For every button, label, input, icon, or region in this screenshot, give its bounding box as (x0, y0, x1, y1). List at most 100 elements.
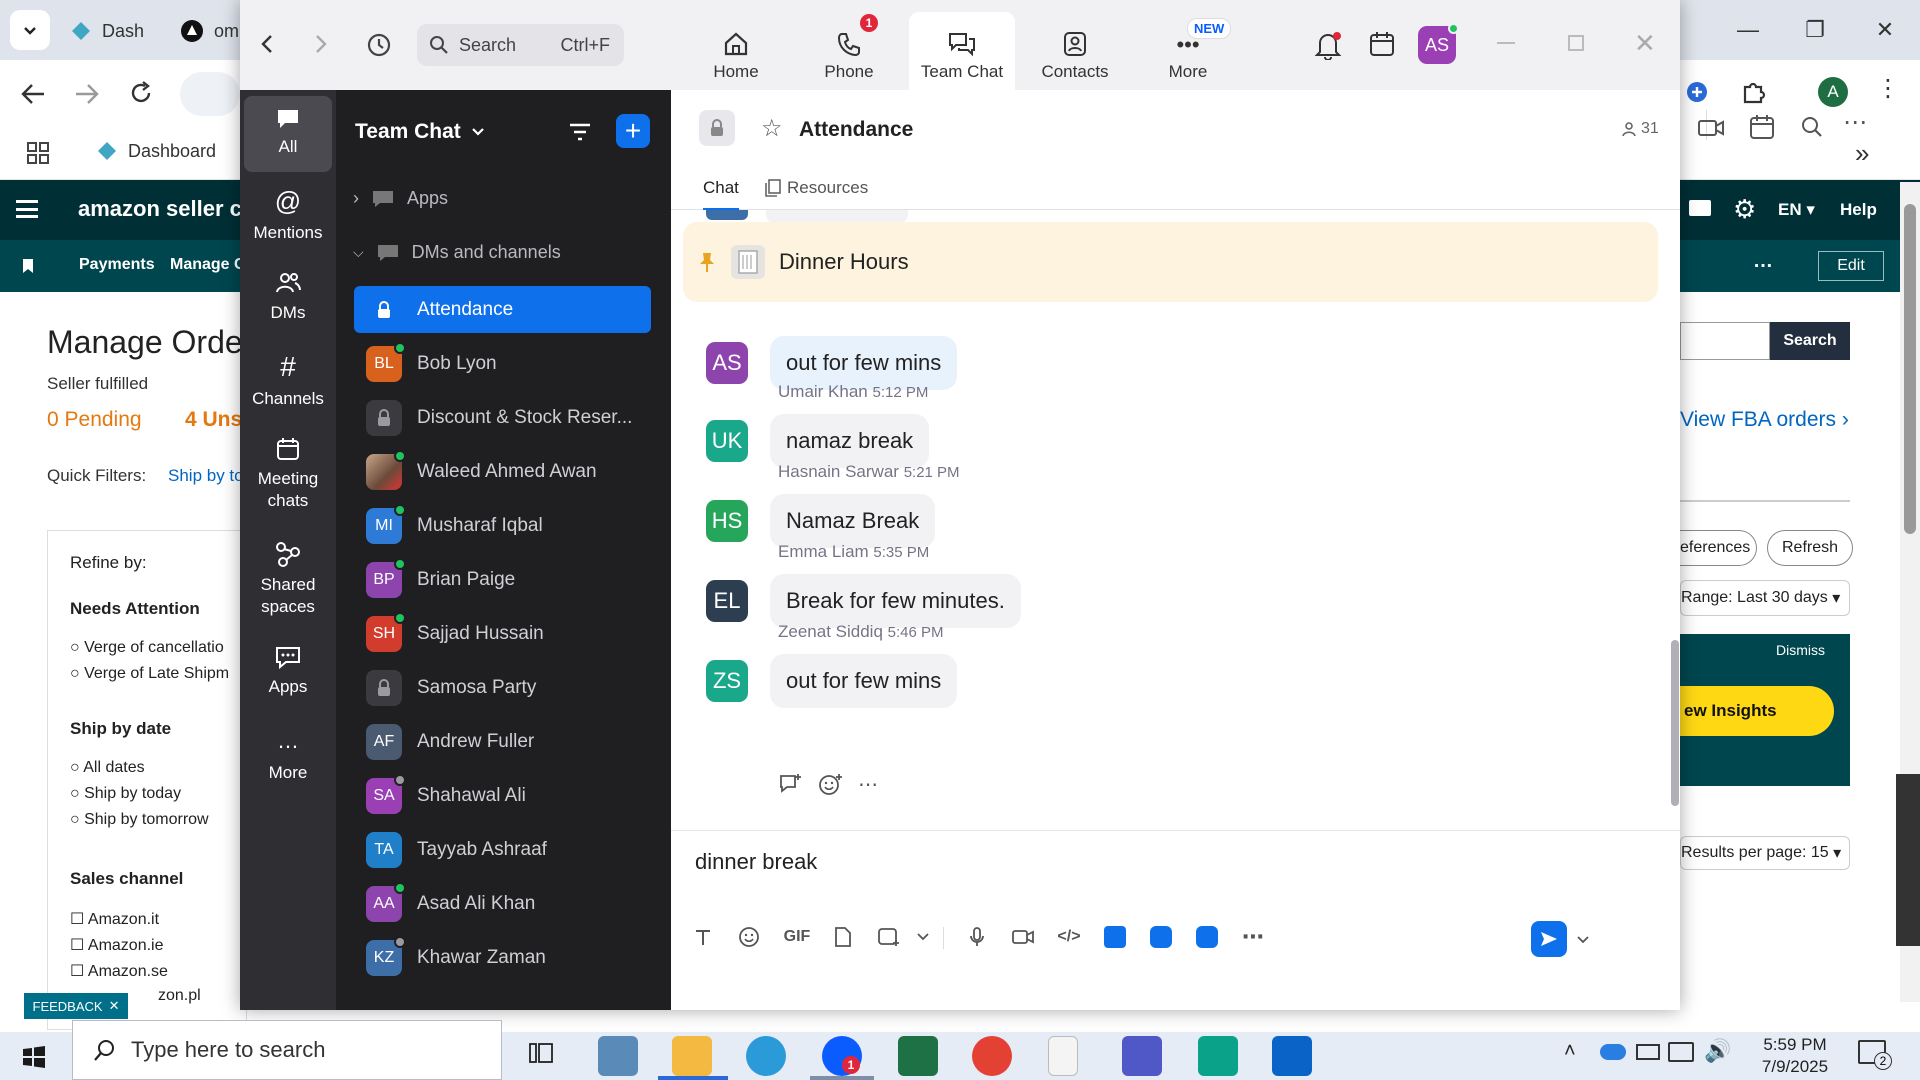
gif-button[interactable]: GIF (779, 919, 815, 955)
settings-gear-icon[interactable]: ⚙ (1733, 194, 1756, 225)
message-avatar[interactable]: ZS (706, 660, 748, 702)
app-button-whiteboard[interactable] (1143, 919, 1179, 955)
message-sender[interactable]: Umair Khan 5:12 PM (778, 382, 928, 402)
reload-icon[interactable] (128, 80, 154, 106)
notification-center-icon[interactable]: 2 (1858, 1040, 1892, 1070)
app-button-clips[interactable] (1189, 919, 1225, 955)
onedrive-icon[interactable] (1600, 1044, 1626, 1060)
dismiss-link[interactable]: Dismiss (1776, 642, 1825, 658)
history-icon[interactable] (366, 32, 392, 58)
rail-apps[interactable]: Apps (244, 644, 332, 698)
bookmarks-overflow-icon[interactable]: » (1855, 138, 1869, 169)
schedule-calendar-icon[interactable] (1749, 114, 1775, 140)
chat-scrollbar[interactable] (1671, 640, 1679, 806)
date-range-select[interactable]: Range: Last 30 days ▾ (1680, 580, 1850, 616)
section-dms-channels[interactable]: ⌵ DMs and channels (353, 242, 561, 263)
filter-icon[interactable] (568, 122, 592, 142)
tab-phone[interactable]: Phone 1 (796, 12, 902, 90)
filter-radio[interactable]: ○ Verge of cancellatio (70, 639, 224, 657)
language-selector[interactable]: EN ▾ (1778, 200, 1815, 220)
rail-mentions[interactable]: @ Mentions (244, 186, 332, 244)
mail-icon[interactable] (1689, 200, 1711, 216)
more-options-icon[interactable]: ⋯ (1843, 108, 1867, 137)
pinned-message-bar[interactable]: Dinner Hours (683, 222, 1658, 302)
tab-home[interactable]: Home (683, 12, 789, 90)
message-sender[interactable]: Emma Liam 5:35 PM (778, 542, 929, 562)
new-chat-button[interactable]: + (616, 114, 650, 148)
code-snippet-button[interactable]: </> (1051, 919, 1087, 955)
channel-item[interactable]: SA Shahawal Ali (354, 772, 651, 819)
close-icon[interactable]: ✕ (109, 998, 120, 1014)
message-avatar[interactable]: UK (706, 420, 748, 462)
filter-radio[interactable]: ○ Ship by today (70, 785, 181, 803)
pending-tab[interactable]: 0 Pending (47, 408, 142, 432)
forward-chevron-icon[interactable] (314, 34, 328, 54)
volume-icon[interactable]: 🔊 (1704, 1038, 1731, 1064)
taskbar-search-box[interactable]: Type here to search (72, 1020, 502, 1080)
unshipped-tab[interactable]: 4 Uns (185, 408, 242, 432)
voice-message-button[interactable] (959, 919, 995, 955)
browser-close-button[interactable]: ✕ (1860, 12, 1910, 48)
channel-item[interactable]: MI Musharaf Iqbal (354, 502, 651, 549)
message-sender[interactable]: Hasnain Sarwar 5:21 PM (778, 462, 960, 482)
orders-search-button[interactable]: Search (1770, 322, 1850, 360)
notepad-app-icon[interactable] (1048, 1036, 1078, 1076)
back-chevron-icon[interactable] (260, 34, 274, 54)
preferences-button[interactable]: eferences (1680, 530, 1757, 566)
message-bubble[interactable]: out for few mins (770, 654, 958, 708)
channel-item[interactable]: BL Bob Lyon (354, 340, 651, 387)
profile-avatar[interactable]: A (1818, 77, 1848, 107)
format-text-button[interactable] (685, 919, 721, 955)
user-avatar[interactable]: AS (1418, 23, 1459, 64)
excel-app-icon[interactable] (898, 1036, 938, 1076)
notification-bell-icon[interactable] (1314, 30, 1342, 60)
channel-item[interactable]: Discount & Stock Reser... (354, 394, 651, 441)
tab-chat[interactable]: Chat (703, 178, 739, 210)
rail-channels[interactable]: # Channels (244, 352, 332, 410)
section-apps[interactable]: › Apps (353, 188, 448, 209)
channel-item[interactable]: Attendance (354, 286, 651, 333)
windows-start-icon[interactable] (22, 1046, 46, 1068)
chevron-up-icon[interactable]: ˄ (1564, 1040, 1576, 1063)
forward-arrow-icon[interactable] (74, 82, 100, 106)
channel-item[interactable]: Samosa Party (354, 664, 651, 711)
zoom-maximize-button[interactable] (1568, 35, 1584, 51)
channel-item[interactable]: AF Andrew Fuller (354, 718, 651, 765)
more-tools-button[interactable]: ⋯ (1235, 919, 1271, 955)
extension-icon[interactable] (1685, 80, 1709, 104)
zoom-close-button[interactable]: ✕ (1634, 28, 1656, 59)
network-icon[interactable] (1668, 1042, 1694, 1062)
browser-restore-button[interactable]: ❐ (1790, 12, 1840, 48)
rail-more[interactable]: … More (244, 726, 332, 784)
message-bubble[interactable]: Namaz Break (770, 494, 936, 548)
message-avatar[interactable]: EL (706, 580, 748, 622)
edge-browser-icon[interactable] (746, 1036, 786, 1076)
rail-all[interactable]: All (244, 96, 332, 172)
filter-checkbox[interactable]: ☐ Amazon.it (70, 909, 159, 929)
channel-title[interactable]: Attendance (799, 118, 913, 142)
video-message-button[interactable] (1005, 919, 1041, 955)
filter-radio[interactable]: ○ All dates (70, 759, 145, 777)
side-widget[interactable] (1896, 774, 1920, 946)
star-icon[interactable]: ☆ (761, 114, 783, 143)
browser-tab-dashboard[interactable]: Dash (70, 14, 144, 48)
attach-file-button[interactable] (825, 919, 861, 955)
message-avatar[interactable]: HS (706, 500, 748, 542)
filter-checkbox[interactable]: ☐ Amazon.ie (70, 935, 164, 955)
feedback-tab[interactable]: FEEDBACK ✕ (24, 993, 128, 1019)
bookmark-icon[interactable] (22, 258, 34, 274)
channel-item[interactable]: Waleed Ahmed Awan (354, 448, 651, 495)
screenshot-button[interactable] (871, 919, 907, 955)
message-bubble[interactable]: Break for few minutes. (770, 574, 1021, 628)
send-button[interactable] (1531, 921, 1567, 957)
file-explorer-icon[interactable] (672, 1036, 712, 1076)
quick-filter-link[interactable]: Ship by to (168, 466, 244, 486)
view-fba-link[interactable]: View FBA orders › (1680, 408, 1849, 432)
filter-checkbox[interactable]: ☐ Amazon.se (70, 961, 168, 981)
zoom-search-box[interactable]: Search Ctrl+F (417, 24, 624, 66)
puzzle-icon[interactable] (1740, 78, 1768, 106)
tab-contacts[interactable]: Contacts (1022, 12, 1128, 90)
teams-app-icon[interactable] (1122, 1036, 1162, 1076)
member-count-button[interactable]: 31 (1621, 120, 1659, 138)
filter-radio[interactable]: ○ Ship by tomorrow (70, 811, 209, 829)
